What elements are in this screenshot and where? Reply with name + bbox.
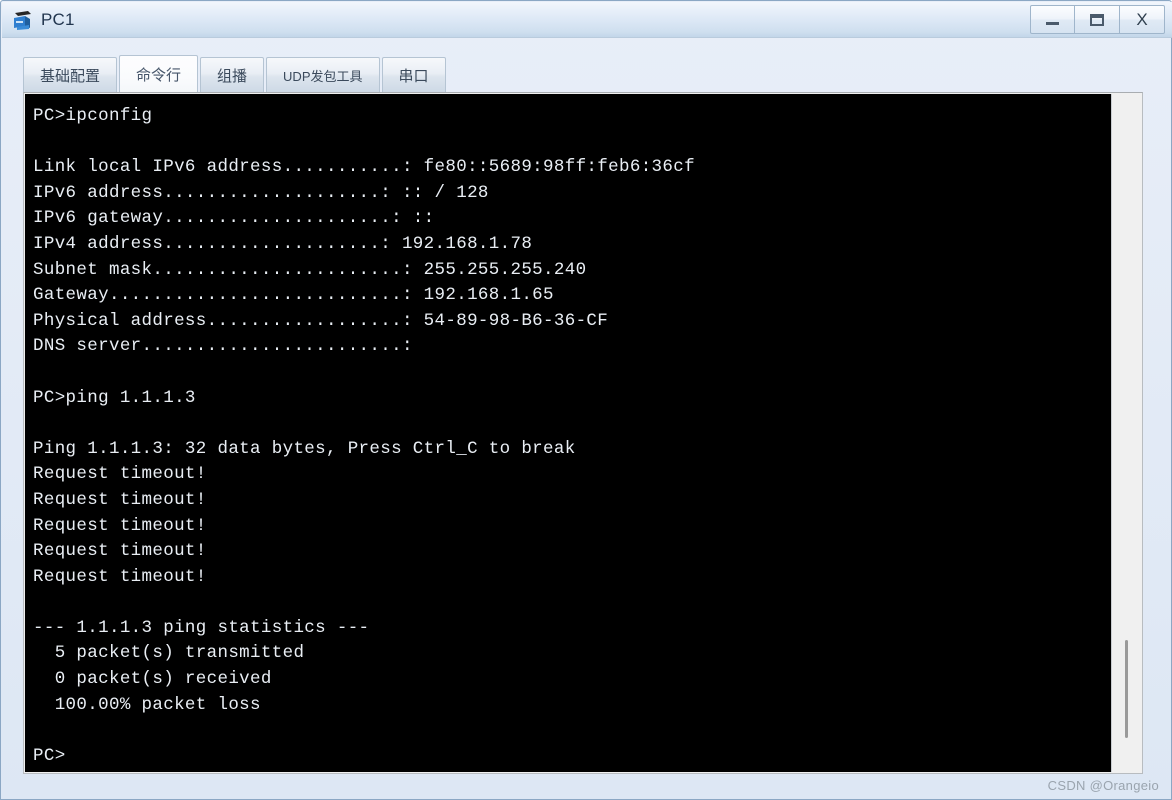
terminal-line: Request timeout! bbox=[33, 464, 207, 485]
tab-multicast[interactable]: 组播 bbox=[200, 57, 265, 93]
terminal-output[interactable]: PC>ipconfig Link local IPv6 address.....… bbox=[25, 94, 1111, 772]
tab-label: 命令行 bbox=[136, 66, 182, 84]
tab-label: UDP发包工具 bbox=[283, 68, 363, 84]
terminal-line: 0 packet(s) received bbox=[33, 669, 272, 690]
pc-computer-icon bbox=[12, 10, 34, 30]
window-controls: X bbox=[1030, 5, 1165, 34]
watermark-text: CSDN @Orangeio bbox=[1047, 778, 1159, 793]
terminal-line: Request timeout! bbox=[33, 566, 207, 587]
terminal-lines: PC>ipconfig Link local IPv6 address.....… bbox=[25, 94, 1111, 769]
terminal-line: PC>ping 1.1.1.3 bbox=[33, 387, 196, 408]
tab-label: 基础配置 bbox=[40, 67, 101, 85]
terminal-line: PC> bbox=[33, 745, 66, 766]
terminal-line: PC>ipconfig bbox=[33, 106, 153, 126]
tab-bar: 基础配置 命令行 组播 UDP发包工具 串口 bbox=[23, 55, 448, 93]
console-scrollbar[interactable] bbox=[1111, 94, 1141, 772]
terminal-line: Request timeout! bbox=[33, 541, 207, 562]
window-title: PC1 bbox=[41, 10, 75, 29]
tab-basic-config[interactable]: 基础配置 bbox=[23, 57, 118, 93]
terminal-line: Ping 1.1.1.3: 32 data bytes, Press Ctrl_… bbox=[33, 438, 576, 459]
console-panel: PC>ipconfig Link local IPv6 address.....… bbox=[23, 92, 1143, 774]
minimize-icon bbox=[1046, 22, 1059, 25]
close-button[interactable]: X bbox=[1120, 5, 1165, 34]
terminal-line: IPv6 gateway.....................: :: bbox=[33, 208, 435, 229]
titlebar-left-group: PC1 bbox=[12, 2, 75, 38]
terminal-line: 100.00% packet loss bbox=[33, 694, 261, 715]
tab-label: 组播 bbox=[217, 67, 248, 85]
terminal-line: DNS server........................: bbox=[33, 336, 413, 357]
terminal-line: Subnet mask.......................: 255.… bbox=[33, 259, 587, 280]
terminal-line: IPv6 address....................: :: / 1… bbox=[33, 182, 489, 203]
tab-command-line[interactable]: 命令行 bbox=[119, 55, 199, 93]
terminal-line: --- 1.1.1.3 ping statistics --- bbox=[33, 617, 370, 638]
minimize-button[interactable] bbox=[1030, 5, 1075, 34]
terminal-line: Link local IPv6 address...........: fe80… bbox=[33, 157, 695, 178]
terminal-line: Physical address..................: 54-8… bbox=[33, 310, 609, 331]
maximize-icon bbox=[1090, 13, 1104, 26]
terminal-line: IPv4 address....................: 192.16… bbox=[33, 233, 533, 254]
scrollbar-thumb[interactable] bbox=[1125, 640, 1128, 738]
tab-label: 串口 bbox=[398, 67, 429, 85]
close-icon: X bbox=[1136, 10, 1148, 29]
tab-udp-packet-tool[interactable]: UDP发包工具 bbox=[266, 57, 380, 93]
window-titlebar[interactable]: PC1 X bbox=[2, 2, 1172, 38]
terminal-line: Request timeout! bbox=[33, 515, 207, 536]
maximize-button[interactable] bbox=[1075, 5, 1120, 34]
terminal-line: Request timeout! bbox=[33, 489, 207, 510]
tab-serial-port[interactable]: 串口 bbox=[381, 57, 446, 93]
pc1-window: PC1 X 基础配置 命令行 组播 UDP发包工具 串口 PC>ipconfig… bbox=[0, 0, 1172, 800]
terminal-line: Gateway...........................: 192.… bbox=[33, 285, 554, 306]
terminal-line: 5 packet(s) transmitted bbox=[33, 643, 305, 664]
